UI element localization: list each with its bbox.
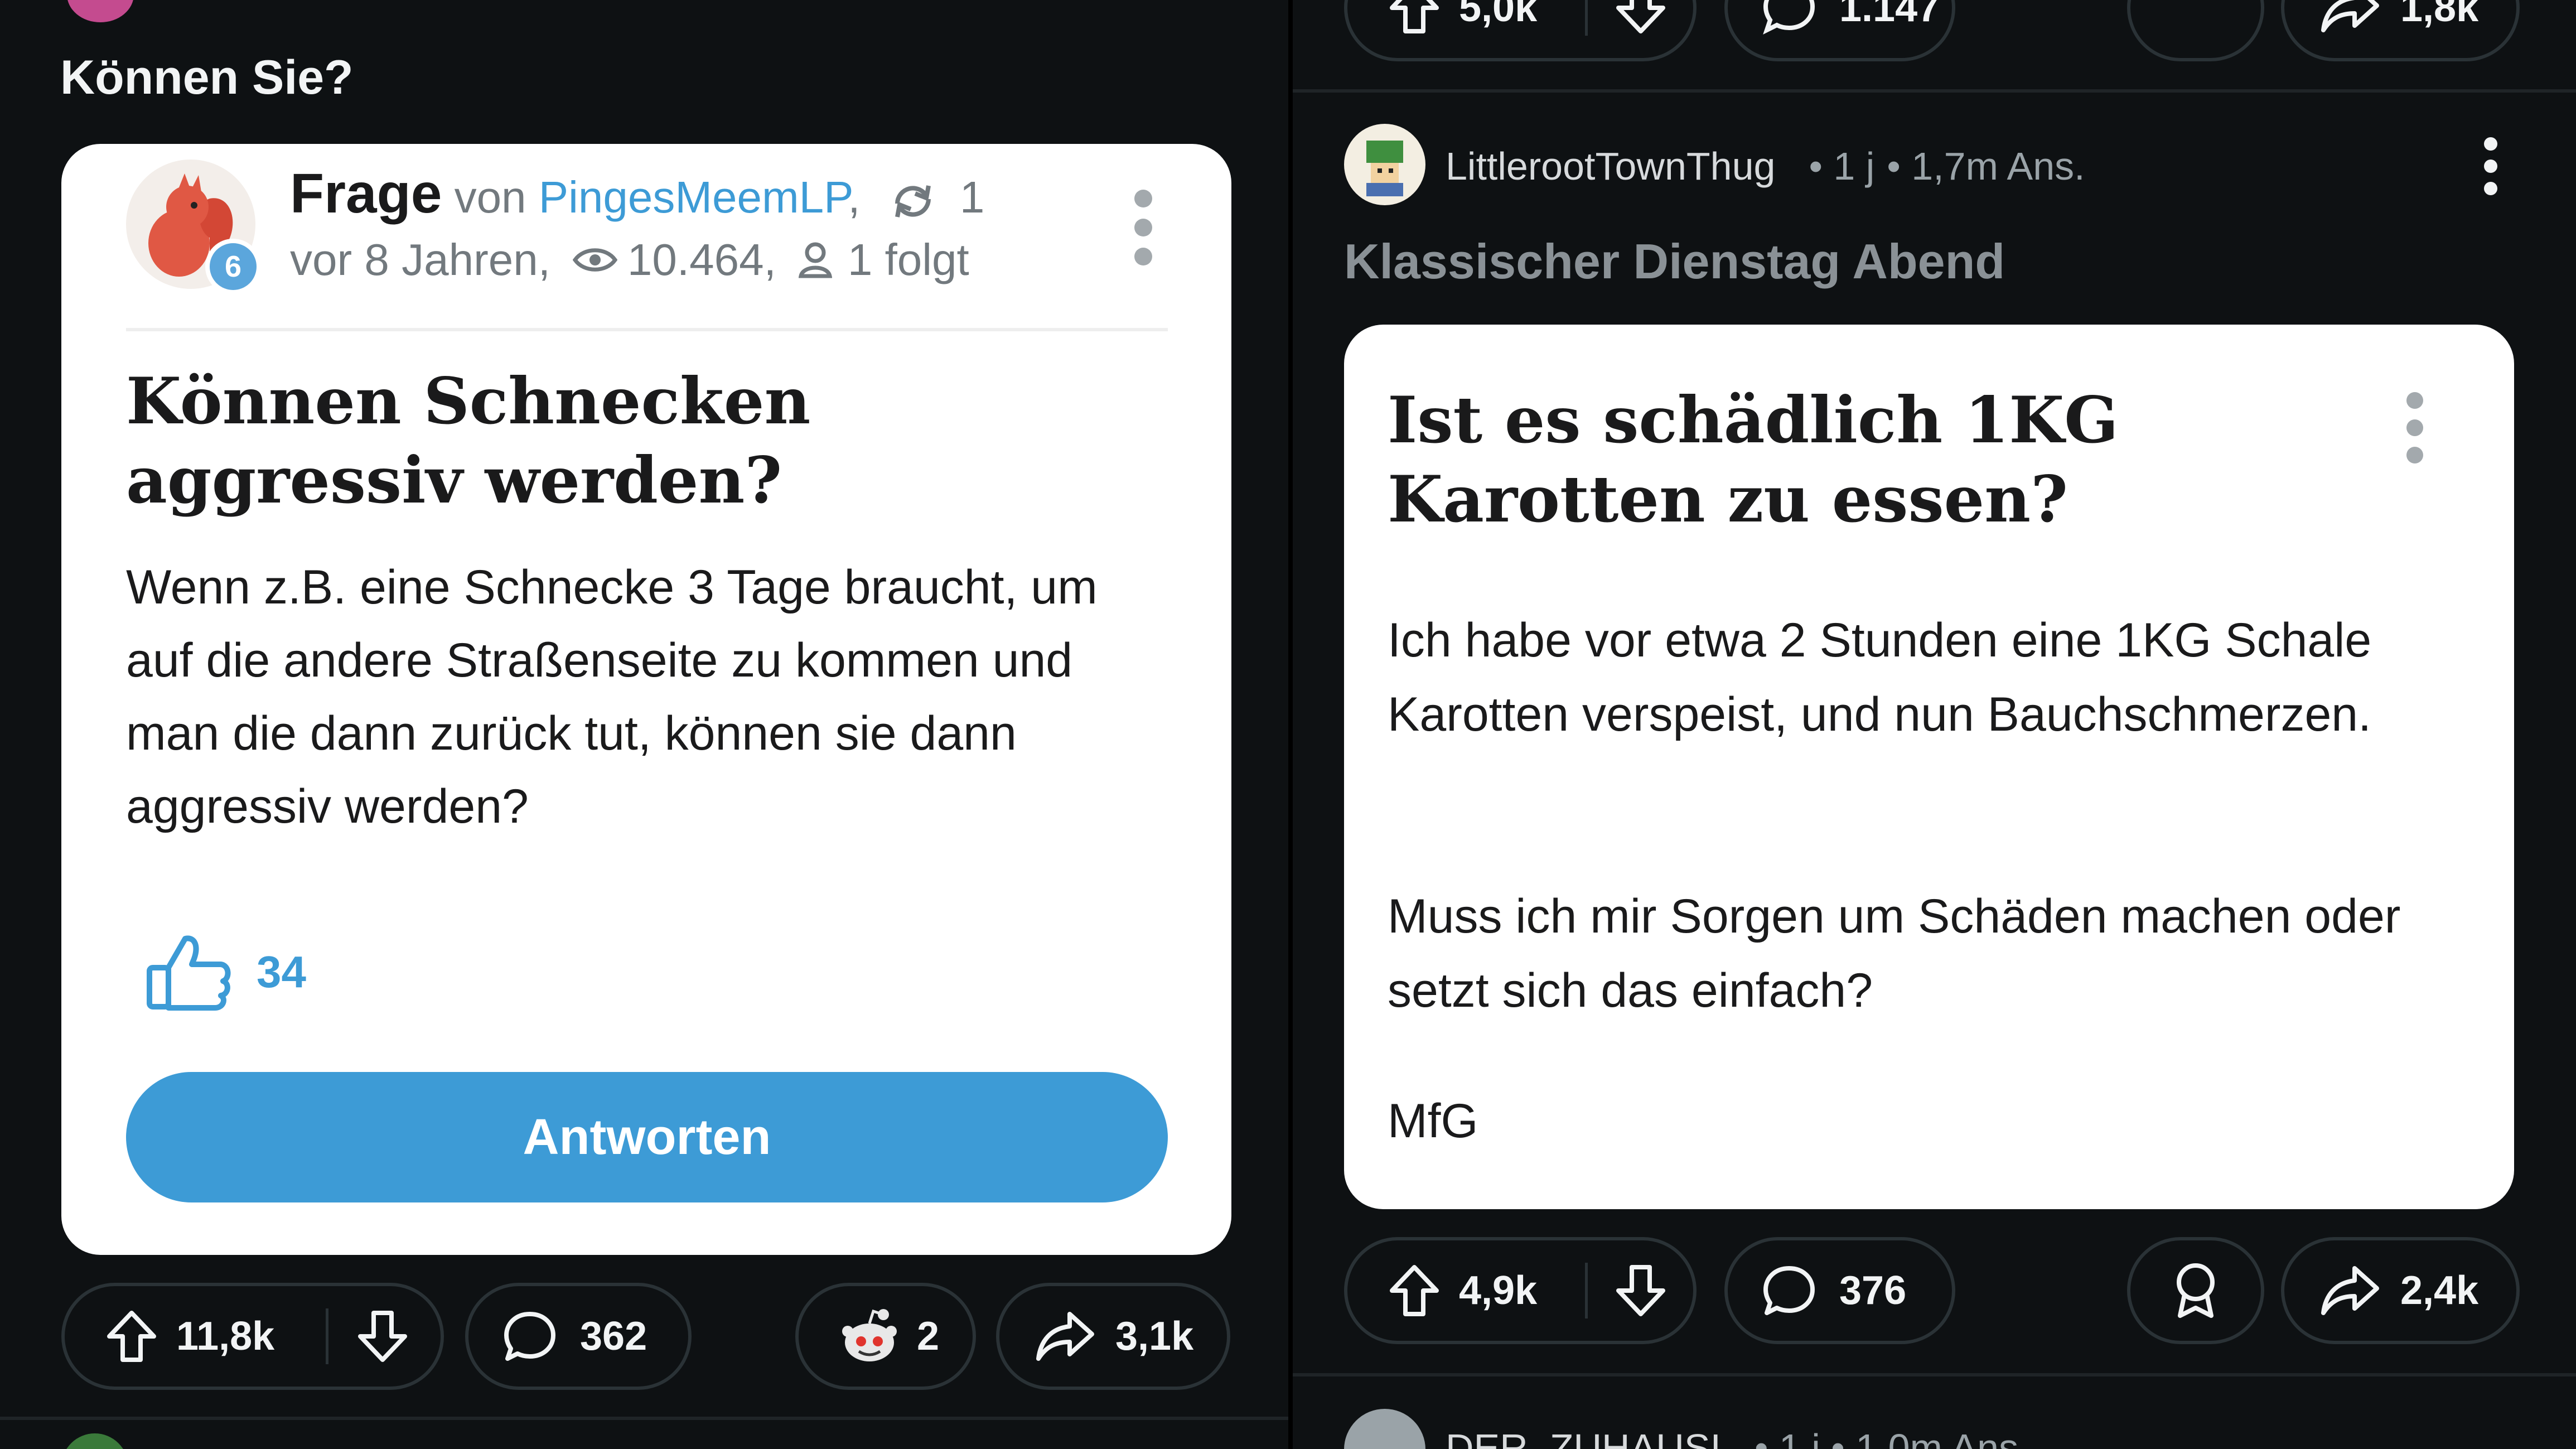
more-options-icon[interactable]: [1132, 189, 1154, 267]
question-paragraph-1: Ich habe vor etwa 2 Stunden eine 1KG Sch…: [1388, 614, 2372, 741]
question-title[interactable]: Können Schnecken aggressiv werden?: [126, 361, 1163, 520]
followers-count: 1 folgt: [847, 235, 969, 284]
share-pill[interactable]: 3,1k: [996, 1283, 1230, 1390]
post-title[interactable]: Können Sie?: [60, 50, 354, 105]
previous-vote-pill: 5,0k: [1344, 0, 1697, 61]
downvote-icon[interactable]: [355, 1308, 410, 1364]
question-card[interactable]: 6 Frage von PingesMeemLP, 1 vor 8 Jahren…: [61, 144, 1231, 1255]
next-post-meta: DER_ZUHAUSI • 1 j • 1,0m Ans.: [1446, 1426, 2029, 1449]
question-meta: vor 8 Jahren, 10.464, 1 folgt: [290, 234, 969, 286]
author-comma: ,: [848, 172, 861, 222]
vote-divider: [326, 1308, 328, 1364]
thumbs-up-icon: [145, 933, 234, 1011]
next-post-avatar: [61, 1433, 128, 1449]
comment-icon: [502, 1308, 558, 1364]
like-button[interactable]: 34: [145, 933, 306, 1011]
comments-pill[interactable]: 362: [465, 1283, 692, 1390]
username-link[interactable]: LittlerootTownThug: [1446, 144, 1775, 189]
post-views: • 1,7m Ans.: [1887, 144, 2085, 188]
award-icon: [2168, 1260, 2224, 1321]
right-comment-count: 376: [1839, 1268, 1907, 1313]
next-post-info: • 1 j • 1,0m Ans.: [1754, 1426, 2029, 1449]
previous-comment-icon: [1761, 0, 1817, 36]
share-icon: [1034, 1308, 1095, 1364]
previous-share-count: 1,8k: [2400, 0, 2479, 30]
post-type-label: Frage: [290, 162, 442, 225]
previous-share-icon: [2319, 0, 2380, 36]
post-options-icon[interactable]: [2480, 137, 2502, 195]
right-award-pill[interactable]: [2127, 1237, 2264, 1344]
right-upvote-count: 4,9k: [1459, 1268, 1538, 1313]
user-avatar[interactable]: [1344, 124, 1425, 205]
post-divider-bottom: [1293, 1373, 2576, 1376]
right-vote-pill: 4,9k: [1344, 1237, 1697, 1344]
upvote-icon[interactable]: [104, 1308, 160, 1364]
comment-count: 362: [580, 1314, 647, 1359]
next-username[interactable]: DER_ZUHAUSI: [1446, 1426, 1721, 1449]
upvote-count: 11,8k: [176, 1314, 275, 1359]
right-share-pill[interactable]: 2,4k: [2281, 1237, 2520, 1344]
question-paragraph-2: Muss ich mir Sorgen um Schäden machen od…: [1388, 890, 2401, 1017]
post-age: • 1 j: [1809, 144, 1875, 188]
right-comment-icon: [1761, 1263, 1817, 1318]
like-count: 34: [257, 947, 306, 997]
question-card-right[interactable]: Ist es schädlich 1KG Karotten zu essen? …: [1344, 325, 2514, 1209]
right-post-title[interactable]: Klassischer Dienstag Abend: [1344, 233, 2005, 290]
right-share-icon: [2319, 1263, 2380, 1318]
share-count: 3,1k: [1115, 1314, 1194, 1359]
post-divider: [0, 1417, 1288, 1420]
question-age: vor 8 Jahren,: [290, 235, 550, 284]
right-vote-divider: [1585, 1263, 1588, 1318]
answer-button[interactable]: Antworten: [126, 1072, 1168, 1202]
right-comments-pill[interactable]: 376: [1724, 1237, 1955, 1344]
right-upvote-icon[interactable]: [1386, 1263, 1442, 1318]
previous-downvote-icon[interactable]: [1613, 0, 1669, 36]
question-header: Frage von PingesMeemLP, 1: [290, 162, 984, 226]
pixel-character-icon: [1366, 141, 1403, 196]
views-icon: [572, 246, 617, 274]
by-label: von: [454, 172, 526, 222]
next-user-avatar[interactable]: [1344, 1409, 1425, 1449]
previous-vote-divider: [1585, 0, 1588, 36]
repost-icon: [890, 181, 936, 220]
right-share-count: 2,4k: [2400, 1268, 2479, 1313]
previous-award-pill[interactable]: [2127, 0, 2264, 61]
avatar-level-badge: 6: [205, 239, 261, 294]
header-divider: [126, 328, 1168, 331]
question-signature: MfG: [1388, 1094, 1478, 1148]
question-body: Wenn z.B. eine Schnecke 3 Tage braucht, …: [126, 561, 1098, 833]
previous-comment-count: 1.147: [1839, 0, 1940, 30]
left-post-panel: Können Sie? 6 Frage von PingesMeemLP, 1: [0, 0, 1288, 1449]
card-options-icon[interactable]: [2404, 392, 2426, 464]
previous-upvote-icon[interactable]: [1386, 0, 1442, 36]
post-meta-row: LittlerootTownThug • 1 j • 1,7m Ans.: [1446, 144, 2085, 189]
vote-pill: 11,8k: [61, 1283, 444, 1390]
right-downvote-icon[interactable]: [1613, 1263, 1669, 1318]
previous-upvote-count: 5,0k: [1459, 0, 1538, 30]
previous-share-pill[interactable]: 1,8k: [2281, 0, 2520, 61]
awards-pill[interactable]: 2: [795, 1283, 976, 1390]
previous-comments-pill[interactable]: 1.147: [1724, 0, 1955, 61]
follower-icon: [798, 241, 832, 278]
author-link[interactable]: PingesMeemLP: [539, 172, 848, 222]
repost-count: 1: [959, 172, 985, 222]
previous-avatar: [67, 0, 134, 22]
snoo-award-icon: [839, 1306, 900, 1367]
post-divider-top: [1293, 89, 2576, 93]
views-count: 10.464,: [627, 235, 776, 284]
award-count: 2: [917, 1314, 940, 1359]
question-title-right[interactable]: Ist es schädlich 1KG Karotten zu essen?: [1388, 380, 2358, 539]
right-post-panel: 5,0k 1.147 1,8k LittlerootTownThug • 1 j…: [1293, 0, 2576, 1449]
